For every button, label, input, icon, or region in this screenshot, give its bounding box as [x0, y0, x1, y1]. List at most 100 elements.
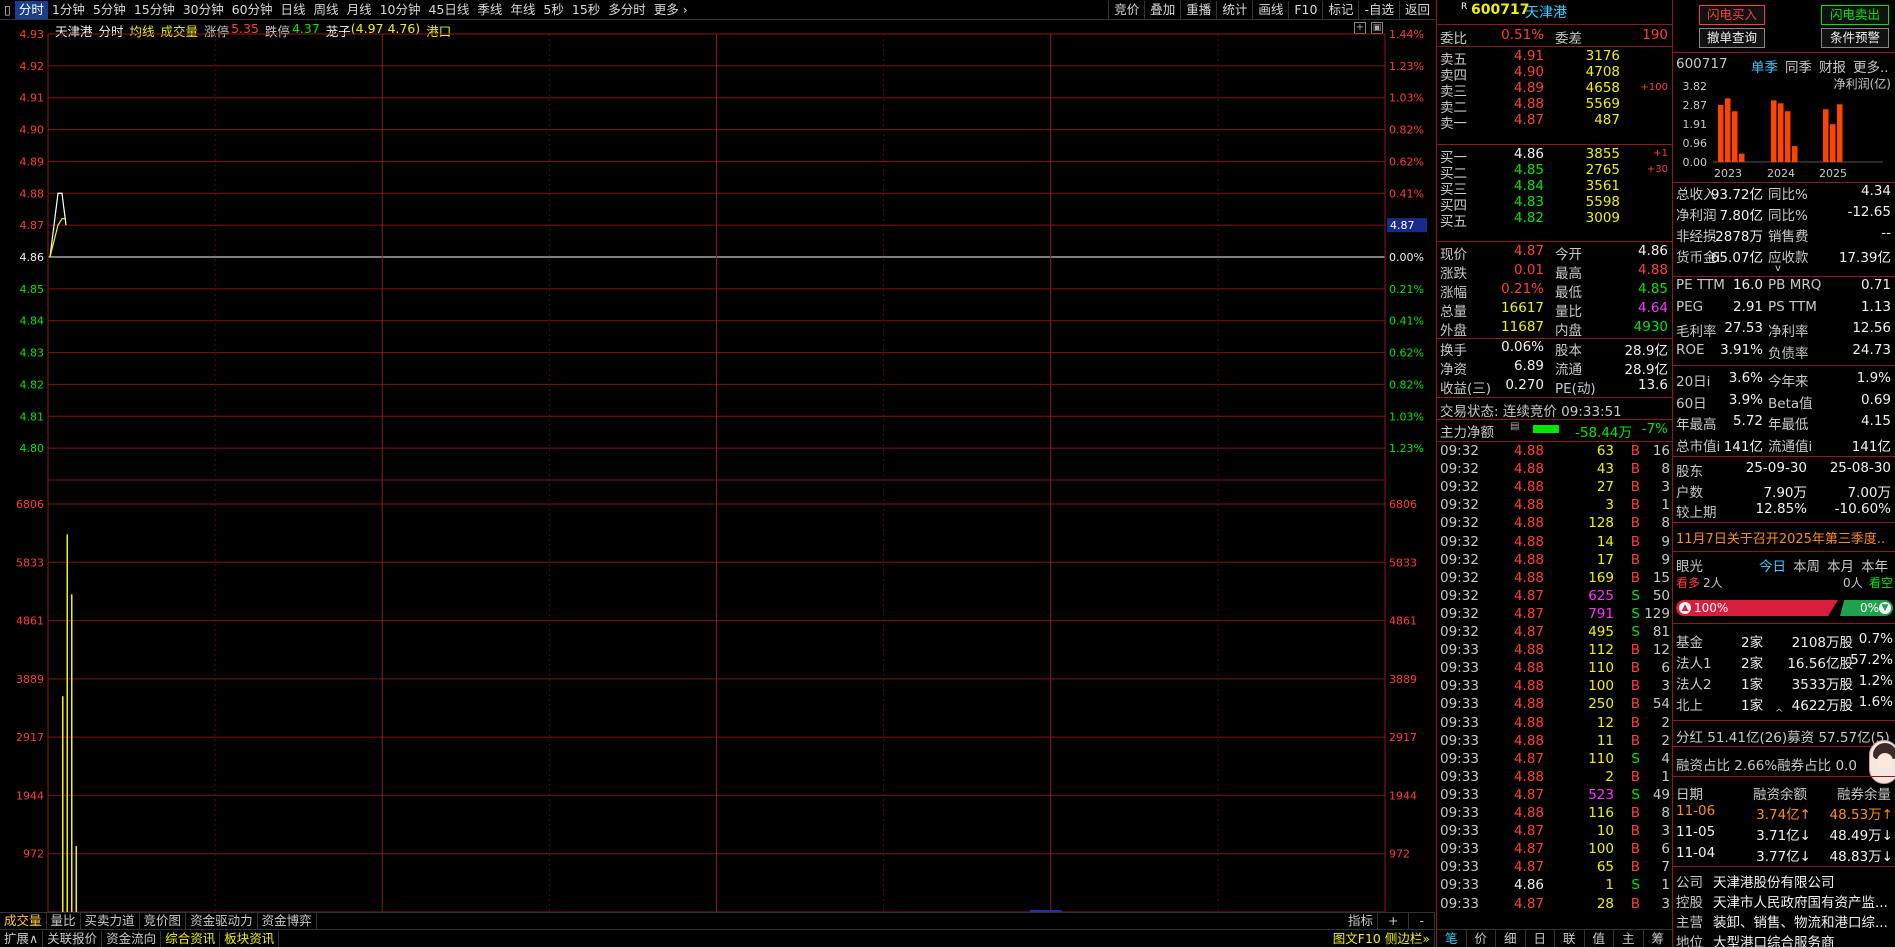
tick-tab[interactable]: 筹: [1644, 930, 1673, 947]
tick-tab[interactable]: 笔: [1437, 930, 1467, 947]
overlay-button[interactable]: 叠加: [1144, 0, 1180, 19]
tab-fenshi[interactable]: 分时: [14, 0, 48, 19]
tick-row[interactable]: 09:33 4.87 523 S 49: [1437, 787, 1672, 805]
indicator-button[interactable]: 指标: [1344, 913, 1378, 929]
tick-row[interactable]: 09:33 4.88 250 B 54: [1437, 696, 1672, 714]
remove-indicator-button[interactable]: -: [1409, 913, 1435, 929]
chevron-down-icon[interactable]: v: [1775, 263, 1781, 274]
flash-sell-button[interactable]: 闪电卖出: [1821, 5, 1889, 25]
buys-row[interactable]: 买三 4.84 3561: [1437, 178, 1672, 198]
tab-yearly[interactable]: 年线: [506, 1, 539, 19]
cancel-order-button[interactable]: 撤单查询: [1699, 28, 1765, 48]
tick-tab[interactable]: 价: [1467, 930, 1496, 947]
tab-volume[interactable]: 成交量: [0, 913, 47, 929]
back-button[interactable]: 返回: [1398, 0, 1435, 19]
tick-tab[interactable]: 日: [1526, 930, 1555, 947]
tab-same-quarter[interactable]: 同季: [1785, 56, 1812, 76]
tick-row[interactable]: 09:32 4.88 43 B 8: [1437, 461, 1672, 479]
tick-row[interactable]: 09:33 4.88 2 B 1: [1437, 769, 1672, 787]
tick-row[interactable]: 09:33 4.88 116 B 8: [1437, 805, 1672, 823]
sells-row[interactable]: 卖三 4.89 4658 +100: [1437, 80, 1672, 100]
tick-row[interactable]: 09:32 4.87 791 S 129: [1437, 606, 1672, 624]
tab-30min[interactable]: 30分钟: [179, 1, 228, 19]
tick-row[interactable]: 09:32 4.88 27 B 3: [1437, 479, 1672, 497]
tick-row[interactable]: 09:33 4.87 28 B 3: [1437, 896, 1672, 914]
tick-row[interactable]: 09:33 4.88 100 B 3: [1437, 678, 1672, 696]
buys-row[interactable]: 买二 4.85 2765 +30: [1437, 162, 1672, 182]
tab-weekly[interactable]: 周线: [310, 1, 343, 19]
tab-more[interactable]: 更多 ›: [650, 1, 692, 19]
news-headline[interactable]: 11月7日关于召开2025年第三季度..: [1676, 528, 1885, 547]
tick-row[interactable]: 09:33 4.88 11 B 2: [1437, 733, 1672, 751]
tab-fund-flow[interactable]: 资金流向: [102, 930, 162, 947]
tab-quarterly[interactable]: 季线: [473, 1, 506, 19]
toolbar-menu-icon[interactable]: ▯: [0, 1, 15, 19]
sidebar-toggle[interactable]: 图文F10 侧边栏»: [1329, 930, 1435, 947]
tab-related-quotes[interactable]: 关联报价: [43, 930, 103, 947]
tick-row[interactable]: 09:32 4.88 3 B 1: [1437, 497, 1672, 515]
tab-5min[interactable]: 5分钟: [89, 1, 130, 19]
tick-row[interactable]: 09:33 4.86 1 S 1: [1437, 877, 1672, 895]
tab-auction-chart[interactable]: 竞价图: [140, 913, 187, 929]
tab-1min[interactable]: 1分钟: [48, 1, 89, 19]
f10-button[interactable]: F10: [1288, 0, 1322, 19]
institution-row[interactable]: 法人2 1家 3533万股 1.2%: [1673, 673, 1895, 693]
tab-single-quarter[interactable]: 单季: [1751, 56, 1778, 76]
institution-row[interactable]: 基金 2家 2108万股 0.7%: [1673, 631, 1895, 651]
chevron-up-icon[interactable]: ^: [1775, 708, 1783, 719]
assistant-avatar[interactable]: [1869, 740, 1895, 784]
tab-fund-drive[interactable]: 资金驱动力: [186, 913, 258, 929]
tab-fin-more[interactable]: 更多..: [1853, 56, 1889, 76]
tab-15sec[interactable]: 15秒: [568, 1, 604, 19]
tick-row[interactable]: 09:33 4.87 110 S 4: [1437, 751, 1672, 769]
tick-row[interactable]: 09:32 4.88 63 B 16: [1437, 443, 1672, 461]
replay-button[interactable]: 重播: [1180, 0, 1216, 19]
bear-bar[interactable]: 0% ▼: [1840, 600, 1893, 616]
main-flow-menu-icon[interactable]: ▤: [1510, 421, 1519, 432]
tick-row[interactable]: 09:33 4.87 65 B 7: [1437, 859, 1672, 877]
sells-row[interactable]: 卖一 4.87 487: [1437, 112, 1672, 132]
tab-news[interactable]: 综合资讯: [161, 930, 221, 947]
tab-sector-news[interactable]: 板块资讯: [220, 930, 280, 947]
sells-row[interactable]: 卖五 4.91 3176: [1437, 48, 1672, 68]
buys-row[interactable]: 买五 4.82 3009: [1437, 210, 1672, 230]
condition-alert-button[interactable]: 条件预警: [1821, 28, 1889, 48]
institution-row[interactable]: 北上 1家 4622万股 1.6%: [1673, 694, 1895, 714]
tab-this-month[interactable]: 本月: [1827, 555, 1854, 575]
tab-today[interactable]: 今日: [1759, 555, 1786, 575]
tick-row[interactable]: 09:33 4.88 12 B 2: [1437, 715, 1672, 733]
tab-45day[interactable]: 45日线: [424, 1, 473, 19]
sells-row[interactable]: 卖四 4.90 4708: [1437, 64, 1672, 84]
tab-volume-ratio[interactable]: 量比: [47, 913, 81, 929]
tick-row[interactable]: 09:33 4.87 100 B 6: [1437, 841, 1672, 859]
stats-button[interactable]: 统计: [1216, 0, 1252, 19]
flash-buy-button[interactable]: 闪电买入: [1699, 5, 1765, 25]
tick-row[interactable]: 09:32 4.88 128 B 8: [1437, 515, 1672, 533]
tick-tab[interactable]: 细: [1496, 930, 1526, 947]
intraday-chart[interactable]: 4.93 1.44% 4.92 1.23% 4.91 1.03% 4.90 0.82% 4.89…: [0, 20, 1435, 912]
tab-fund-game[interactable]: 资金博弈: [258, 913, 317, 929]
tick-row[interactable]: 09:33 4.88 110 B 6: [1437, 660, 1672, 678]
buys-row[interactable]: 买一 4.86 3855 +1: [1437, 146, 1672, 166]
tab-monthly[interactable]: 月线: [343, 1, 376, 19]
tick-row[interactable]: 09:32 4.87 495 S 81: [1437, 624, 1672, 642]
tab-report[interactable]: 财报: [1819, 56, 1846, 76]
tab-multi-fenshi[interactable]: 多分时: [604, 1, 650, 19]
news-row[interactable]: 11月7日关于召开2025年第三季度..: [1673, 528, 1895, 547]
tab-expand[interactable]: 扩展∧: [0, 930, 44, 947]
tick-row[interactable]: 09:33 4.87 10 B 3: [1437, 823, 1672, 841]
tab-60min[interactable]: 60分钟: [228, 1, 277, 19]
tab-15min[interactable]: 15分钟: [130, 1, 179, 19]
tick-row[interactable]: 09:33 4.88 112 B 12: [1437, 642, 1672, 660]
tick-tab[interactable]: 联: [1555, 930, 1585, 947]
tab-this-year[interactable]: 本年: [1861, 555, 1888, 575]
buys-row[interactable]: 买四 4.83 5598: [1437, 194, 1672, 214]
tick-row[interactable]: 09:32 4.88 169 B 15: [1437, 570, 1672, 588]
tick-row[interactable]: 09:32 4.88 17 B 9: [1437, 552, 1672, 570]
remove-watchlist-button[interactable]: -自选: [1358, 0, 1399, 19]
auction-button[interactable]: 竞价: [1108, 0, 1144, 19]
tick-row[interactable]: 09:32 4.88 14 B 9: [1437, 534, 1672, 552]
tab-daily[interactable]: 日线: [277, 1, 310, 19]
tick-tab[interactable]: 值: [1585, 930, 1614, 947]
tab-5sec[interactable]: 5秒: [539, 1, 567, 19]
